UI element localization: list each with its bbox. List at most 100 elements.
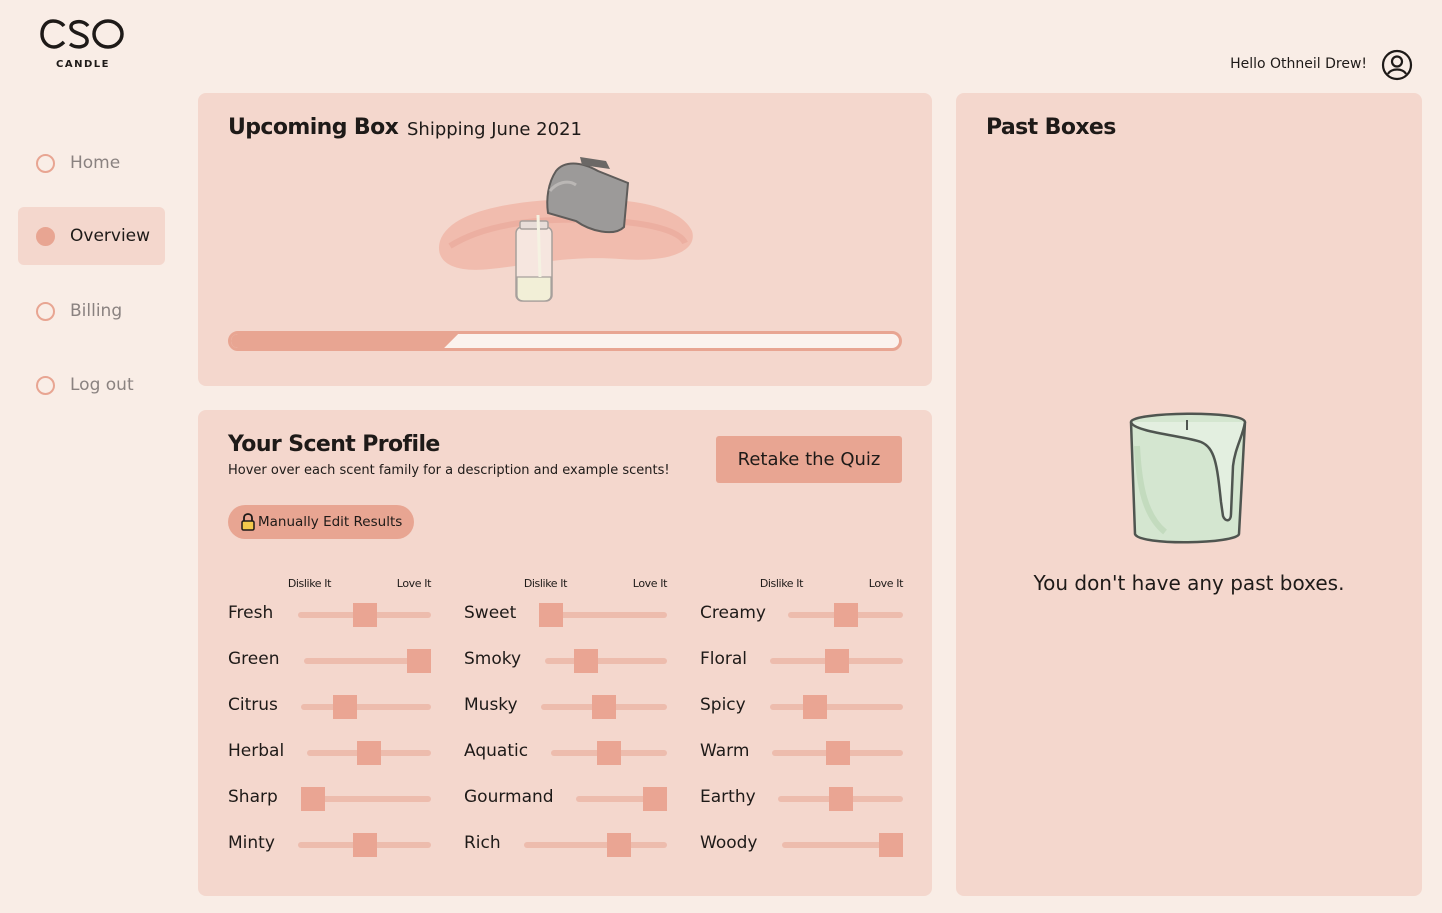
scent-row-sweet: Sweet [464,593,667,639]
slider-thumb[interactable] [597,741,621,765]
manual-edit-button[interactable]: Manually Edit Results [228,505,415,539]
scent-row-floral: Floral [700,639,903,685]
logo-subtitle: CANDLE [56,59,110,70]
sidebar-item-label: Log out [70,375,134,395]
scent-name: Minty [228,833,275,853]
scent-row-aquatic: Aquatic [464,731,667,777]
progress-fill [231,334,458,348]
scent-name: Woody [700,833,758,853]
scent-row-citrus: Citrus [228,685,431,731]
past-boxes-empty-message: You don't have any past boxes. [1033,571,1345,595]
scent-slider[interactable] [545,649,667,673]
scent-slider[interactable] [539,603,667,627]
sidebar-item-overview[interactable]: Overview [18,207,165,265]
scent-slider[interactable] [770,649,903,673]
scent-profile-card: Your Scent Profile Hover over each scent… [198,410,932,896]
pouring-wax-illustration [438,157,693,302]
scent-row-minty: Minty [228,823,431,869]
scent-name: Smoky [464,649,522,669]
radio-icon [36,226,55,246]
slider-thumb[interactable] [332,695,357,719]
scent-slider[interactable] [782,833,903,857]
scale-axis: Dislike It Love It [700,577,904,593]
scent-slider[interactable] [778,787,903,811]
sidebar-item-home[interactable]: Home [18,134,165,192]
scent-profile-subtitle: Hover over each scent family for a descr… [228,463,670,478]
scent-name: Spicy [700,695,746,715]
manual-edit-label: Manually Edit Results [258,514,403,530]
slider-thumb[interactable] [879,833,903,857]
scent-row-herbal: Herbal [228,731,431,777]
slider-thumb[interactable] [357,741,381,765]
shipping-progress-bar [228,331,902,351]
logo-mark [40,19,124,49]
scent-slider[interactable] [541,695,667,719]
love-label: Love It [632,577,668,590]
upcoming-box-card: Upcoming Box Shipping June 2021 [198,93,932,386]
past-boxes-title: Past Boxes [986,115,1116,140]
scent-name: Floral [700,649,748,669]
scent-name: Herbal [228,741,285,761]
slider-thumb[interactable] [643,787,667,811]
scent-name: Creamy [700,603,766,623]
scent-row-gourmand: Gourmand [464,777,667,823]
scent-row-spicy: Spicy [700,685,903,731]
scent-slider[interactable] [307,741,431,765]
sidebar-item-label: Home [70,153,121,173]
slider-thumb[interactable] [574,649,599,673]
slider-thumb[interactable] [539,603,563,627]
scent-column-3: Dislike It Love It Creamy Floral Spicy W… [700,577,903,869]
scent-row-warm: Warm [700,731,903,777]
upcoming-box-title: Upcoming Box [228,115,399,140]
brand-logo[interactable]: CANDLE [40,18,126,74]
scale-axis: Dislike It Love It [228,577,432,593]
scent-name: Warm [700,741,750,761]
sidebar-item-logout[interactable]: Log out [18,356,165,414]
scent-name: Sharp [228,787,278,807]
scent-name: Fresh [228,603,274,623]
scent-slider[interactable] [576,787,667,811]
radio-icon [36,375,55,395]
user-greeting: Hello Othneil Drew! [1230,56,1367,72]
lock-icon [241,513,255,531]
user-circle-icon[interactable] [1381,49,1413,81]
scent-row-creamy: Creamy [700,593,903,639]
slider-thumb[interactable] [825,741,850,765]
scale-axis: Dislike It Love It [464,577,668,593]
scent-slider[interactable] [301,787,431,811]
scent-row-sharp: Sharp [228,777,431,823]
dislike-label: Dislike It [287,577,332,590]
scent-slider[interactable] [298,833,431,857]
sidebar-item-label: Billing [70,301,123,321]
scent-name: Rich [464,833,501,853]
scent-slider[interactable] [298,603,431,627]
radio-icon [36,301,55,321]
slider-thumb[interactable] [301,787,325,811]
scent-column-2: Dislike It Love It Sweet Smoky Musky Aqu… [464,577,667,869]
sidebar-item-billing[interactable]: Billing [18,282,165,340]
radio-icon [36,153,55,173]
slider-thumb[interactable] [828,787,853,811]
slider-thumb[interactable] [824,649,849,673]
slider-thumb[interactable] [802,695,827,719]
slider-thumb[interactable] [607,833,632,857]
dislike-label: Dislike It [523,577,568,590]
love-label: Love It [868,577,904,590]
slider-thumb[interactable] [407,649,431,673]
scent-slider[interactable] [551,741,667,765]
slider-thumb[interactable] [833,603,858,627]
scent-slider[interactable] [304,649,431,673]
scent-slider[interactable] [772,741,903,765]
retake-quiz-button[interactable]: Retake the Quiz [716,436,902,483]
scent-slider[interactable] [301,695,431,719]
scent-slider[interactable] [770,695,903,719]
scent-slider[interactable] [524,833,667,857]
scent-name: Sweet [464,603,517,623]
scent-name: Green [228,649,280,669]
slider-thumb[interactable] [352,603,377,627]
scent-name: Aquatic [464,741,529,761]
scent-slider[interactable] [788,603,903,627]
sidebar-item-label: Overview [70,226,151,246]
slider-thumb[interactable] [352,833,377,857]
slider-thumb[interactable] [592,695,616,719]
